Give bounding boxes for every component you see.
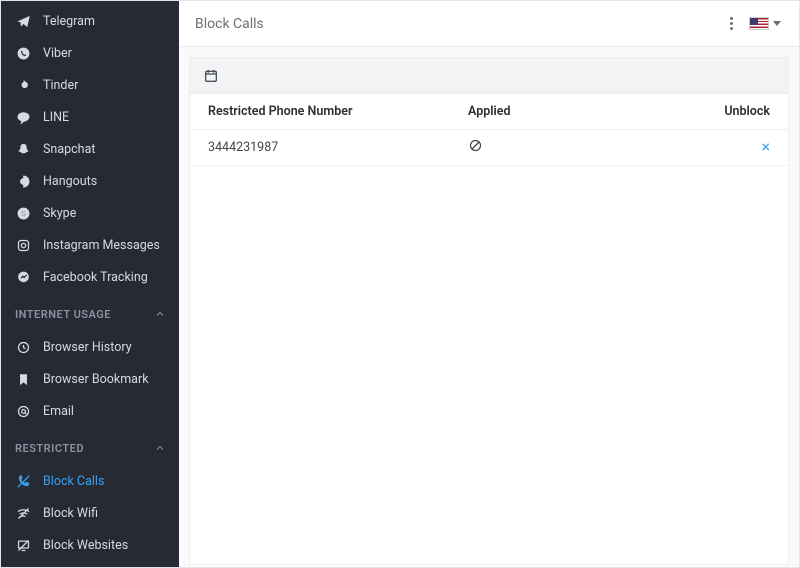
skype-icon: S (15, 205, 31, 221)
phone-off-icon (15, 473, 31, 489)
sidebar-item-label: Browser History (43, 340, 167, 355)
table-header: Restricted Phone Number Applied Unblock (190, 94, 788, 130)
svg-text:S: S (20, 209, 25, 218)
sidebar-item-label: Viber (43, 46, 167, 61)
table-row: 3444231987 × (190, 130, 788, 166)
sidebar-section-internet-usage[interactable]: INTERNET USAGE (1, 293, 179, 331)
sidebar-item-label: Email (43, 404, 167, 419)
sidebar-section-restricted[interactable]: RESTRICTED (1, 427, 179, 465)
col-header-unblock: Unblock (700, 104, 770, 119)
flag-us-icon (749, 17, 769, 30)
sidebar-item-block-websites[interactable]: Block Websites (1, 529, 179, 561)
wifi-off-icon (15, 505, 31, 521)
sidebar-item-browser-history[interactable]: Browser History (1, 331, 179, 363)
ghost-icon (15, 141, 31, 157)
locale-selector[interactable] (747, 15, 783, 32)
sidebar-item-label: Hangouts (43, 174, 167, 189)
sidebar-item-tinder[interactable]: Tinder (1, 69, 179, 101)
sidebar-item-instagram-messages[interactable]: Instagram Messages (1, 229, 179, 261)
col-header-number: Restricted Phone Number (208, 104, 468, 119)
page-title: Block Calls (195, 16, 264, 32)
monitor-off-icon (15, 537, 31, 553)
paper-plane-icon (15, 13, 31, 29)
sidebar-item-label: Telegram (43, 14, 167, 29)
sidebar-item-label: Facebook Tracking (43, 270, 167, 285)
cell-number: 3444231987 (208, 140, 468, 155)
content: Restricted Phone Number Applied Unblock … (179, 47, 799, 567)
sidebar-item-block-calls[interactable]: Block Calls (1, 465, 179, 497)
sidebar-item-label: Block Wifi (43, 506, 167, 521)
messenger-icon (15, 269, 31, 285)
block-calls-panel: Restricted Phone Number Applied Unblock … (189, 57, 789, 565)
clock-icon (15, 339, 31, 355)
section-title: INTERNET USAGE (15, 308, 111, 321)
sidebar-item-telegram[interactable]: Telegram (1, 5, 179, 37)
sidebar-item-block-applications[interactable]: Block Applications (1, 561, 179, 567)
sidebar-item-block-wifi[interactable]: Block Wifi (1, 497, 179, 529)
sidebar-item-line[interactable]: LINE (1, 101, 179, 133)
quote-bubble-icon (15, 173, 31, 189)
sidebar-item-label: Skype (43, 206, 167, 221)
phone-bubble-icon (15, 45, 31, 61)
sidebar-item-email[interactable]: Email (1, 395, 179, 427)
chevron-up-icon (153, 441, 167, 455)
camera-square-icon (15, 237, 31, 253)
bookmark-icon (15, 371, 31, 387)
sidebar-item-facebook-tracking[interactable]: Facebook Tracking (1, 261, 179, 293)
app-root: Telegram Viber Tinder LINE Snapchat (0, 0, 800, 568)
cell-unblock: × (700, 139, 770, 156)
sidebar-item-label: Browser Bookmark (43, 372, 167, 387)
sidebar-item-label: Block Calls (43, 474, 167, 489)
calendar-button[interactable] (202, 67, 220, 85)
col-header-applied: Applied (468, 104, 700, 119)
topbar: Block Calls (179, 1, 799, 47)
panel-toolbar (190, 58, 788, 94)
section-title: RESTRICTED (15, 442, 84, 455)
sidebar-item-hangouts[interactable]: Hangouts (1, 165, 179, 197)
sidebar-item-browser-bookmark[interactable]: Browser Bookmark (1, 363, 179, 395)
sidebar-item-skype[interactable]: S Skype (1, 197, 179, 229)
caret-down-icon (773, 21, 781, 26)
unblock-button[interactable]: × (761, 139, 770, 155)
sidebar-item-snapchat[interactable]: Snapchat (1, 133, 179, 165)
cell-applied (468, 138, 700, 157)
chevron-up-icon (153, 307, 167, 321)
sidebar-item-label: Instagram Messages (43, 238, 167, 253)
sidebar-item-label: LINE (43, 110, 167, 125)
topbar-actions (726, 13, 783, 34)
chat-bubble-icon (15, 109, 31, 125)
sidebar-item-viber[interactable]: Viber (1, 37, 179, 69)
sidebar-item-label: Snapchat (43, 142, 167, 157)
sidebar: Telegram Viber Tinder LINE Snapchat (1, 1, 179, 567)
sidebar-item-label: Tinder (43, 78, 167, 93)
main-area: Block Calls Restricted Ph (179, 1, 799, 567)
block-icon (468, 142, 483, 157)
more-menu-button[interactable] (726, 13, 737, 34)
sidebar-item-label: Block Websites (43, 538, 167, 553)
flame-icon (15, 77, 31, 93)
at-sign-icon (15, 403, 31, 419)
